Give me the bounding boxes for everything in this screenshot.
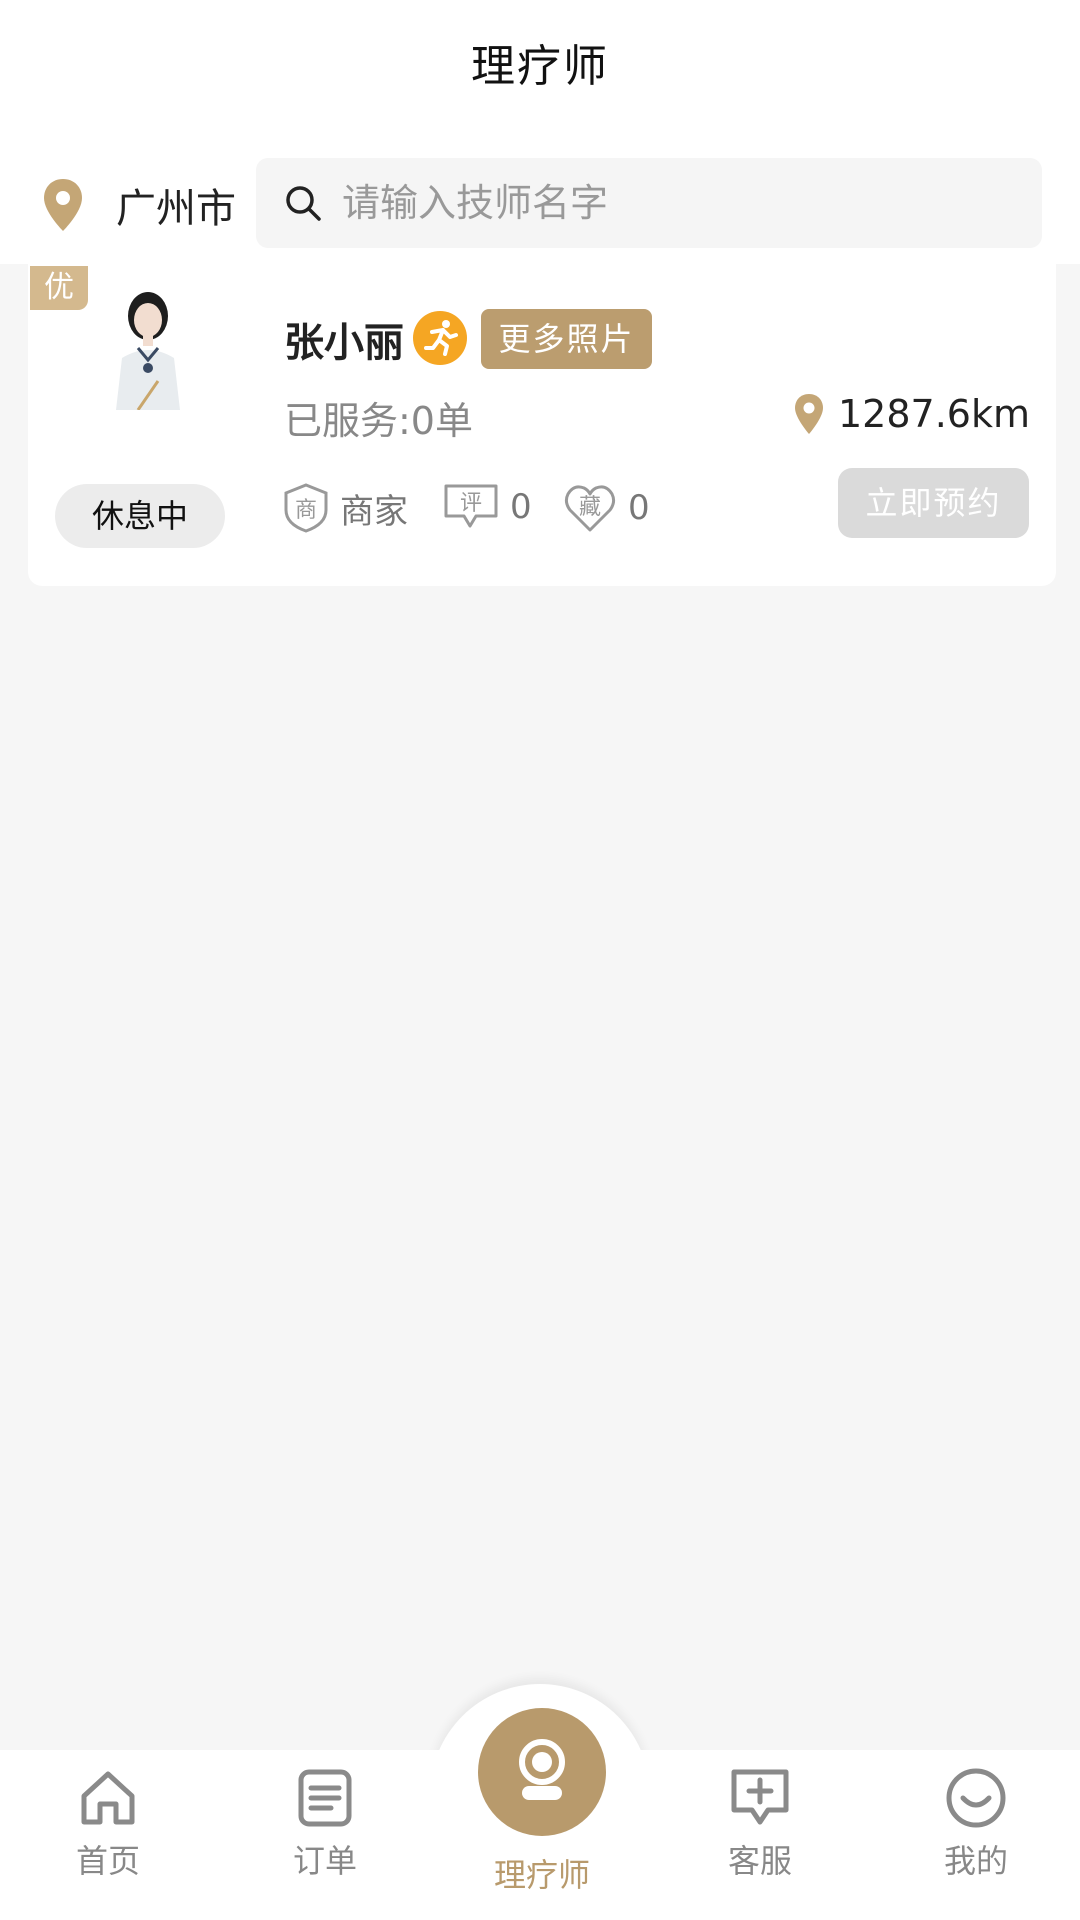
merchant-icon-text: 商 [295, 498, 317, 523]
location-pin-icon [795, 394, 823, 434]
book-now-button[interactable]: 立即预约 [838, 468, 1029, 538]
merchant-tag: 商 商家 [282, 482, 408, 534]
tab-customer-service[interactable]: 客服 [700, 1766, 820, 1882]
status-badge: 休息中 [55, 484, 225, 548]
featured-badge: 优 [30, 266, 88, 310]
tab-profile-label: 我的 [943, 1842, 1008, 1880]
favorite-count: 0 [628, 488, 650, 528]
page-title: 理疗师 [471, 41, 609, 92]
therapist-name: 张小丽 [284, 320, 404, 366]
order-list-icon [298, 1769, 352, 1827]
distance-info: 1287.6km [792, 392, 1030, 436]
tab-home[interactable]: 首页 [48, 1766, 168, 1882]
merchant-label: 商家 [340, 491, 408, 532]
served-count: 已服务:0单 [284, 399, 473, 443]
tab-orders[interactable]: 订单 [265, 1766, 385, 1882]
search-icon [286, 186, 321, 221]
distance-text: 1287.6km [838, 392, 1030, 436]
tab-therapist-label: 理疗师 [493, 1856, 590, 1894]
review-icon-text: 评 [460, 491, 482, 516]
shield-icon: 商 [284, 483, 328, 533]
tab-home-label: 首页 [75, 1842, 140, 1880]
smile-icon [946, 1768, 1006, 1828]
header: 理疗师 广州市 [0, 0, 1080, 264]
review-count: 0 [510, 487, 532, 527]
tab-therapist[interactable] [478, 1708, 606, 1836]
more-photos-button[interactable]: 更多照片 [481, 309, 652, 369]
city-name: 广州市 [116, 186, 236, 232]
search-input[interactable] [342, 181, 1022, 225]
running-icon [413, 311, 467, 365]
city-selector[interactable]: 广州市 [40, 165, 236, 245]
therapist-page: 理疗师 广州市 优 休息中 张小丽 [0, 0, 1080, 1920]
customer-service-icon [731, 1769, 789, 1825]
tab-profile[interactable]: 我的 [916, 1766, 1036, 1882]
tab-customer-service-label: 客服 [727, 1842, 792, 1880]
therapist-icon [519, 1739, 565, 1800]
review-count-tag: 评 0 [442, 482, 532, 532]
favorite-count-tag: 藏 0 [562, 482, 650, 534]
favorite-icon-text: 藏 [579, 495, 601, 520]
tab-orders-label: 订单 [292, 1842, 357, 1880]
home-icon [81, 1771, 135, 1825]
therapist-avatar[interactable] [98, 286, 198, 410]
location-pin-icon [44, 179, 82, 231]
comment-icon: 评 [444, 484, 498, 528]
heart-icon: 藏 [564, 485, 616, 532]
search-bar[interactable] [256, 158, 1042, 248]
